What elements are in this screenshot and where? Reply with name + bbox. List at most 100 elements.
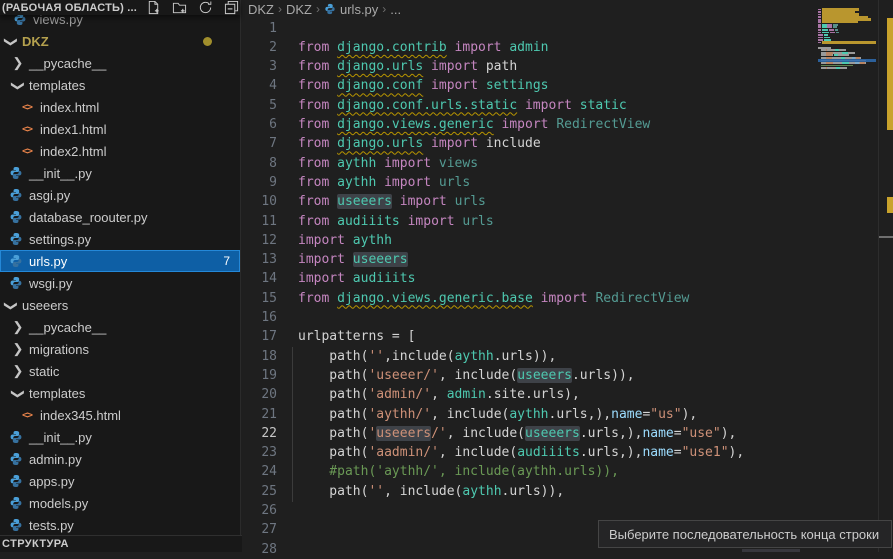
code-token: from [298, 136, 337, 151]
code-token: .urls)), [494, 349, 557, 364]
code-line-25[interactable]: 25 path('', include(aythh.urls)), [241, 482, 564, 501]
code-line-7[interactable]: 7from django.urls import include [241, 134, 541, 153]
code-token: django.urls [337, 136, 423, 151]
new-file-icon[interactable] [145, 0, 161, 16]
code-token: , include( [447, 426, 525, 441]
minimap-line [835, 29, 838, 31]
code-line-28[interactable]: 28 [241, 540, 298, 559]
tree-item-admin-py[interactable]: admin.py [0, 448, 240, 470]
code-token: , include( [431, 407, 509, 422]
code-line-8[interactable]: 8from aythh import views [241, 154, 478, 173]
code-token: "use1" [682, 445, 729, 460]
minimap-line [838, 54, 848, 56]
python-file-icon [8, 517, 24, 533]
code-line-19[interactable]: 19 path('useeer/', include(useeers.urls)… [241, 366, 635, 385]
breadcrumb-item[interactable]: ... [390, 2, 401, 17]
code-line-5[interactable]: 5from django.conf.urls.static import sta… [241, 96, 627, 115]
tree-item-label: templates [29, 78, 85, 93]
outline-section-header[interactable]: СТРУКТУРА [0, 535, 242, 552]
tree-item-label: index1.html [40, 122, 106, 137]
tree-item-dkz[interactable]: ❯DKZ [0, 30, 240, 52]
code-token: path( [298, 368, 368, 383]
minimap-line [818, 32, 821, 34]
tree-item--pycache-[interactable]: ❯__pycache__ [0, 316, 240, 338]
code-token: ,include( [384, 349, 454, 364]
line-number: 21 [241, 405, 277, 424]
python-file-icon [8, 253, 24, 269]
code-line-24[interactable]: 24 #path('aythh/', include(aythh.urls)), [241, 462, 619, 481]
code-token: import [376, 175, 439, 190]
code-line-3[interactable]: 3from django.urls import path [241, 57, 517, 76]
tree-item-useeers[interactable]: ❯useeers [0, 294, 240, 316]
tree-item-wsgi-py[interactable]: wsgi.py [0, 272, 240, 294]
tree-item-static[interactable]: ❯static [0, 360, 240, 382]
tree-item-database-roouter-py[interactable]: database_roouter.py [0, 206, 240, 228]
code-line-17[interactable]: 17urlpatterns = [ [241, 327, 415, 346]
code-token: admin [447, 387, 486, 402]
code-token: aythh [455, 349, 494, 364]
tree-item-apps-py[interactable]: apps.py [0, 470, 240, 492]
tree-item-models-py[interactable]: models.py [0, 492, 240, 514]
code-line-23[interactable]: 23 path('aadmin/', include(audiiits.urls… [241, 443, 744, 462]
code-token: RedirectView [595, 291, 689, 306]
code-line-10[interactable]: 10from useeers import urls [241, 192, 486, 211]
tree-item-asgi-py[interactable]: asgi.py [0, 184, 240, 206]
tree-item-index1-html[interactable]: <>index1.html [0, 118, 240, 140]
code-area[interactable]: 12from django.contrib import admin3from … [241, 0, 893, 552]
code-line-21[interactable]: 21 path('aythh/', include(aythh.urls,),n… [241, 405, 697, 424]
minimap-line [827, 49, 835, 51]
code-line-13[interactable]: 13import useeers [241, 250, 408, 269]
code-line-2[interactable]: 2from django.contrib import admin [241, 38, 548, 57]
code-token: , include( [439, 445, 517, 460]
tree-item--pycache-[interactable]: ❯__pycache__ [0, 52, 240, 74]
tree-item-label: database_roouter.py [29, 210, 148, 225]
minimap[interactable] [818, 0, 878, 120]
minimap-line [865, 62, 867, 64]
code-line-20[interactable]: 20 path('admin/', admin.site.urls), [241, 385, 580, 404]
breadcrumb-item[interactable]: urls.py [340, 2, 378, 17]
chevron-right-icon: ❯ [12, 319, 24, 335]
code-token: static [580, 98, 627, 113]
code-line-16[interactable]: 16 [241, 308, 298, 327]
code-line-9[interactable]: 9from aythh import urls [241, 173, 470, 192]
code-token: import [447, 40, 510, 55]
tree-item-migrations[interactable]: ❯migrations [0, 338, 240, 360]
breadcrumb-separator: › [278, 2, 282, 16]
code-token: django.conf.urls.static [337, 98, 517, 113]
code-token: aythh [337, 175, 376, 190]
tree-item-index345-html[interactable]: <>index345.html [0, 404, 240, 426]
tree-item-settings-py[interactable]: settings.py [0, 228, 240, 250]
python-file-icon [8, 429, 24, 445]
breadcrumb-item[interactable]: DKZ [248, 2, 274, 17]
tree-item-urls-py[interactable]: urls.py7 [0, 250, 240, 272]
tree-item--init-py[interactable]: __init__.py [0, 426, 240, 448]
code-line-15[interactable]: 15from django.views.generic.base import … [241, 289, 689, 308]
code-token: admin [509, 40, 548, 55]
code-line-11[interactable]: 11from audiiits import urls [241, 212, 494, 231]
tree-item-index2-html[interactable]: <>index2.html [0, 140, 240, 162]
code-line-6[interactable]: 6from django.views.generic import Redire… [241, 115, 650, 134]
code-line-1[interactable]: 1 [241, 19, 298, 38]
minimap-line [818, 34, 823, 36]
tree-item-templates[interactable]: ❯templates [0, 382, 240, 404]
refresh-icon[interactable] [197, 0, 213, 16]
code-line-4[interactable]: 4from django.conf import settings [241, 76, 548, 95]
code-token: /' [431, 426, 447, 441]
code-line-27[interactable]: 27 [241, 520, 298, 539]
code-token: path [486, 59, 517, 74]
tree-item-tests-py[interactable]: tests.py [0, 514, 240, 536]
code-line-18[interactable]: 18 path('',include(aythh.urls)), [241, 347, 556, 366]
new-folder-icon[interactable] [171, 0, 187, 16]
code-token: useeers [376, 426, 431, 441]
code-token: "us" [650, 407, 681, 422]
overview-ruler[interactable] [879, 0, 893, 552]
collapse-all-icon[interactable] [223, 0, 239, 16]
tree-item--init-py[interactable]: __init__.py [0, 162, 240, 184]
code-line-26[interactable]: 26 [241, 501, 298, 520]
code-line-14[interactable]: 14import audiiits [241, 269, 415, 288]
code-line-22[interactable]: 22 path('useeers/', include(useeers.urls… [241, 424, 736, 443]
tree-item-templates[interactable]: ❯templates [0, 74, 240, 96]
tree-item-index-html[interactable]: <>index.html [0, 96, 240, 118]
code-line-12[interactable]: 12import aythh [241, 231, 392, 250]
breadcrumb-item[interactable]: DKZ [286, 2, 312, 17]
